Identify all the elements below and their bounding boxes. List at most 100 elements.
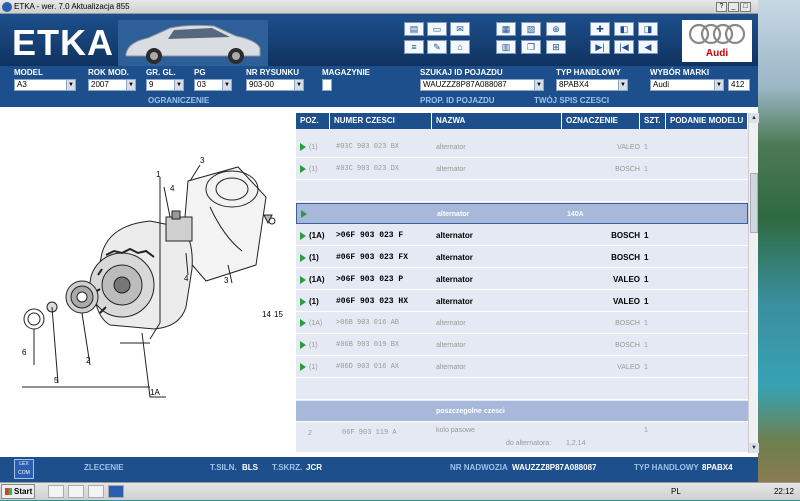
firefox-icon[interactable] <box>48 485 64 498</box>
table-row[interactable]: (1) #06F 903 023 FX alternator BOSCH 1 <box>296 247 748 268</box>
pg-value: 03 <box>197 80 206 89</box>
print-icon[interactable]: ▤ <box>404 22 424 36</box>
ie-icon[interactable] <box>88 485 104 498</box>
scroll-up-icon[interactable]: ▲ <box>749 113 759 123</box>
row-part-number: #06F 903 023 HX <box>336 297 409 306</box>
row-poz: (1) <box>300 357 318 378</box>
first-icon[interactable]: |◀ <box>614 40 634 54</box>
nr-nadwozia-label: NR NADWOZIA <box>450 463 508 472</box>
table-row[interactable]: (1A) >06B 903 016 AB alternator BOSCH 1 <box>296 313 748 334</box>
model-label: MODEL <box>14 68 43 77</box>
etka-window: ETKA - wer. 7.0 Aktualizacja 855 ? _ □ E… <box>0 0 759 482</box>
folder-icon[interactable] <box>68 485 84 498</box>
cart-icon[interactable]: ⊞ <box>546 40 566 54</box>
row-poz: (1A) <box>300 225 325 246</box>
next-page-icon[interactable]: ◨ <box>638 22 658 36</box>
row-poz: (1) <box>300 159 318 180</box>
etka-taskbar-icon[interactable] <box>108 485 124 498</box>
elsa-icon[interactable]: ▦ <box>496 22 516 36</box>
prev-page-icon[interactable]: ◧ <box>614 22 634 36</box>
row-oznaczenie: VALEO <box>613 275 640 284</box>
chevron-down-icon: ▼ <box>66 80 75 90</box>
col-header-numer[interactable]: NUMER CZESCI <box>330 113 432 129</box>
table-row[interactable]: (1) #06D 903 016 AX alternator VALEO 1 <box>296 357 748 378</box>
table-row[interactable]: (1) #03C 903 023 BX alternator VALEO 1 <box>296 137 748 158</box>
row-part-number: >06F 903 023 P <box>336 275 404 284</box>
diagram-label-1: 1 <box>156 170 161 179</box>
model-value: A3 <box>17 80 27 89</box>
nr-rysunku-select[interactable]: 903-00 ▼ <box>246 79 304 91</box>
table-row[interactable]: (1A) >06F 903 023 F alternator BOSCH 1 <box>296 225 748 246</box>
app-icon <box>2 2 12 12</box>
depot-icon[interactable]: ▧ <box>521 22 541 36</box>
arrow-right-icon <box>300 341 306 350</box>
model-select[interactable]: A3 ▼ <box>14 79 76 91</box>
arrow-right-icon <box>300 275 306 284</box>
col-header-nazwa[interactable]: NAZWA <box>432 113 562 129</box>
table-row[interactable]: (1) #03C 903 023 DX alternator BOSCH 1 <box>296 159 748 180</box>
col-header-poz[interactable]: POZ. <box>296 113 330 129</box>
ograniczenie-link[interactable]: OGRANICZENIE <box>148 96 209 105</box>
col-header-oznaczenie[interactable]: OZNACZENIE <box>562 113 640 129</box>
edit-icon[interactable]: ✎ <box>427 40 447 54</box>
start-button[interactable]: Start <box>1 484 35 499</box>
mail-icon[interactable]: ✉ <box>450 22 470 36</box>
chevron-down-icon: ▼ <box>126 80 135 90</box>
minimize-button[interactable]: _ <box>728 2 739 12</box>
lexcom-logo[interactable]: LEX COM <box>14 459 34 479</box>
row-part-number: >06F 903 023 F <box>336 231 404 240</box>
prop-id-link[interactable]: PROP. ID POJAZDU <box>420 96 495 105</box>
row-name: alternator <box>436 253 473 262</box>
row-name: alternator <box>436 320 466 327</box>
table-icon[interactable]: ▥ <box>496 40 516 54</box>
pin-icon[interactable]: ✚ <box>590 22 610 36</box>
row-name: alternator <box>436 297 473 306</box>
table-row[interactable]: 2 06F 903 119 A kolo pasowe do alternato… <box>296 423 748 453</box>
audi-logo: Audi <box>682 20 752 62</box>
row-oznaczenie: VALEO <box>613 297 640 306</box>
typ-handlowy-select[interactable]: 8PABX4 ▼ <box>556 79 628 91</box>
row-name: alternator <box>436 231 473 240</box>
table-row[interactable]: (1) #06B 903 019 BX alternator BOSCH 1 <box>296 335 748 356</box>
row-part-number: #06F 903 023 FX <box>336 253 409 262</box>
vin-search-input[interactable]: WAUZZZ8P87A088087 ▼ <box>420 79 544 91</box>
row-name: alternator <box>436 342 466 349</box>
clock: 22:12 <box>773 487 794 496</box>
row-oznaczenie: BOSCH <box>611 253 640 262</box>
row-qty: 1 <box>644 342 648 349</box>
monitor-icon[interactable]: ▭ <box>427 22 447 36</box>
tsiln-label: T.SILN. <box>210 463 237 472</box>
col-header-szt[interactable]: SZT. <box>640 113 666 129</box>
table-row[interactable]: (1A) >06F 903 023 P alternator VALEO 1 <box>296 269 748 290</box>
list-icon[interactable]: ≡ <box>404 40 424 54</box>
cart-plus-icon[interactable]: ⊕ <box>546 22 566 36</box>
network-icon[interactable]: ⌂ <box>450 40 470 54</box>
table-row-highlight[interactable]: alternator 140A <box>296 203 748 224</box>
scroll-down-icon[interactable]: ▼ <box>749 443 759 453</box>
scroll-thumb[interactable] <box>750 173 758 233</box>
copy-icon[interactable]: ❐ <box>521 40 541 54</box>
gr-gl-select[interactable]: 9 ▼ <box>146 79 184 91</box>
marka-select[interactable]: Audi ▼ <box>650 79 724 91</box>
magazynie-checkbox[interactable] <box>322 79 332 91</box>
diagram-label-6: 6 <box>22 348 27 357</box>
pg-select[interactable]: 03 ▼ <box>194 79 232 91</box>
row-poz: 2 <box>308 430 312 437</box>
spis-czesci-link[interactable]: TWÓJ SPIS CZESCI <box>534 96 609 105</box>
marka-value: Audi <box>653 80 670 89</box>
alternator-diagram[interactable]: 3 1 4 14 15 3 4 6 2 5 1A <box>10 157 288 457</box>
chevron-down-icon: ▼ <box>294 80 303 90</box>
vertical-scrollbar[interactable]: ▲ ▼ <box>748 113 759 453</box>
last-icon[interactable]: ▶| <box>590 40 610 54</box>
windows-logo-icon <box>5 488 12 495</box>
help-button[interactable]: ? <box>716 2 727 12</box>
language-indicator[interactable]: PL <box>671 483 681 501</box>
gr-gl-value: 9 <box>149 80 154 89</box>
table-row[interactable]: (1) #06F 903 023 HX alternator VALEO 1 <box>296 291 748 312</box>
rok-mod-select[interactable]: 2007 ▼ <box>88 79 136 91</box>
maximize-button[interactable]: □ <box>740 2 751 12</box>
col-header-podanie[interactable]: PODANIE MODELU <box>666 113 748 129</box>
back-icon[interactable]: ◀ <box>638 40 658 54</box>
zlecenie-link[interactable]: ZLECENIE <box>84 463 124 472</box>
parts-table: POZ. NUMER CZESCI NAZWA OZNACZENIE SZT. … <box>296 113 748 453</box>
